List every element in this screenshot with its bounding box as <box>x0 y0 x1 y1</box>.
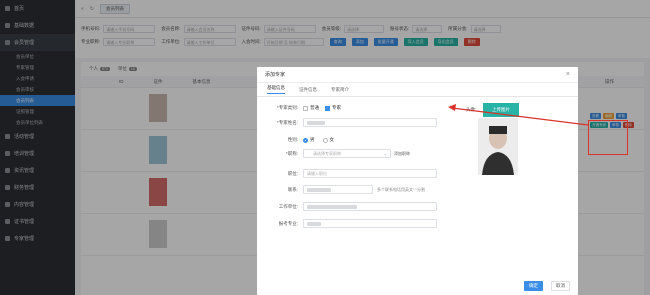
annotation-arrow <box>448 104 589 126</box>
